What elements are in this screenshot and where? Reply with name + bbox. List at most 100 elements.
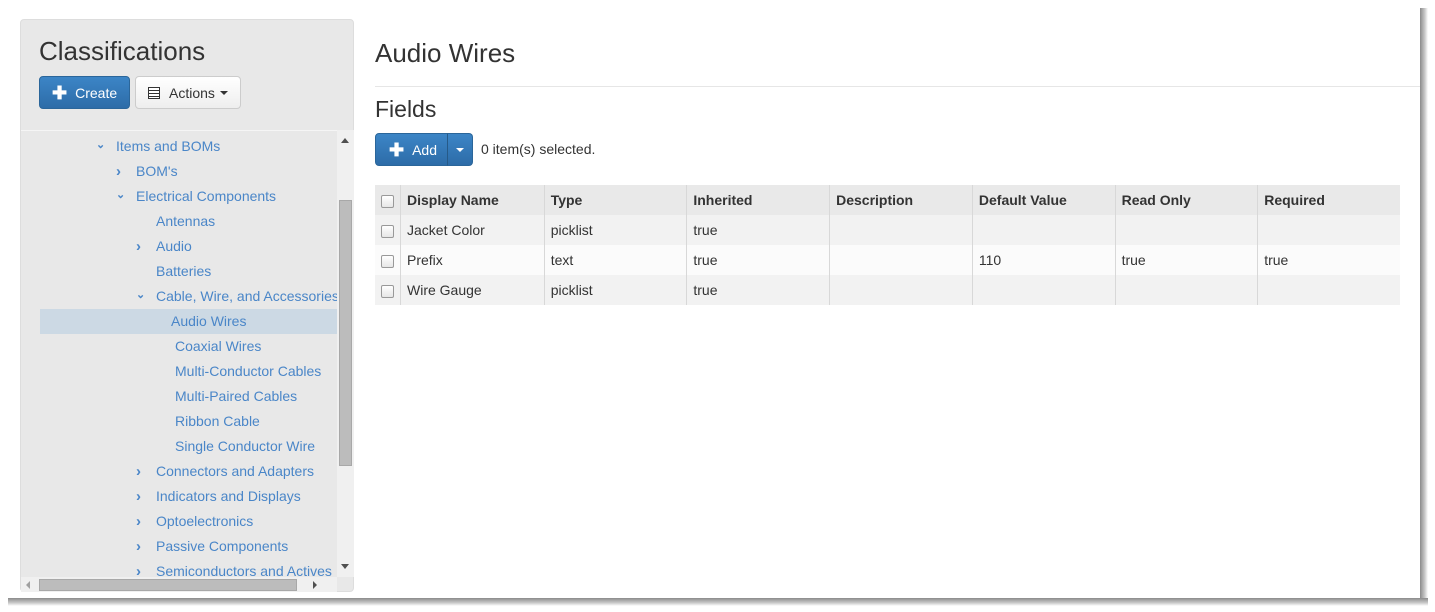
table-cell <box>1257 275 1400 305</box>
table-cell <box>971 215 1116 245</box>
scroll-down-arrow-icon[interactable] <box>341 564 349 569</box>
tree-item[interactable]: Multi-Paired Cables <box>155 384 297 409</box>
create-button-label: Create <box>75 84 118 101</box>
tree-item[interactable]: Coaxial Wires <box>155 334 261 359</box>
tree-horizontal-scrollbar[interactable] <box>21 577 337 592</box>
table-cell: text <box>543 245 687 275</box>
table-cell <box>1114 215 1258 245</box>
column-header[interactable]: Read Only <box>1114 185 1258 215</box>
tree-item-label: Batteries <box>156 263 212 279</box>
tree-item[interactable]: › Indicators and Displays <box>136 484 301 509</box>
tree-item[interactable]: Antennas <box>136 209 215 234</box>
tree-item-label: Ribbon Cable <box>175 413 260 429</box>
table-cell: Jacket Color <box>400 215 545 245</box>
table-cell: Wire Gauge <box>400 275 545 305</box>
window-shadow-right <box>1420 8 1428 604</box>
tree-item[interactable]: Ribbon Cable <box>155 409 260 434</box>
column-header[interactable]: Display Name <box>400 185 545 215</box>
table-cell <box>829 275 973 305</box>
vertical-scroll-thumb[interactable] <box>339 200 352 466</box>
tree-item-label: Antennas <box>156 213 216 229</box>
table-cell: 110 <box>971 245 1116 275</box>
tree-item-label: BOM's <box>136 163 178 179</box>
table-cell <box>829 215 973 245</box>
tree-item-label: Coaxial Wires <box>175 338 262 354</box>
tree-item-label: Passive Components <box>156 538 289 554</box>
tree-item-label: Optoelectronics <box>156 513 254 529</box>
list-icon <box>148 86 160 99</box>
add-field-button[interactable]: ✚ Add <box>375 133 448 166</box>
add-options-dropdown-toggle[interactable] <box>447 133 473 166</box>
tree-item-label: Items and BOMs <box>116 138 221 154</box>
table-cell: picklist <box>543 275 687 305</box>
table-row[interactable]: Wire Gauge picklist true <box>375 275 1400 305</box>
table-row[interactable]: Jacket Color picklist true <box>375 215 1400 245</box>
column-header[interactable]: Type <box>543 185 687 215</box>
chevron-right-icon[interactable]: › <box>136 559 150 578</box>
tree-item-label: Semiconductors and Actives <box>156 563 332 578</box>
chevron-right-icon[interactable]: › <box>136 509 150 534</box>
chevron-down-icon[interactable]: ⌄ <box>136 283 150 308</box>
horizontal-scroll-thumb[interactable] <box>39 579 297 591</box>
chevron-right-icon[interactable]: › <box>116 159 130 184</box>
row-checkbox[interactable] <box>381 284 394 298</box>
table-cell <box>1114 275 1258 305</box>
chevron-right-icon[interactable]: › <box>136 484 150 509</box>
tree-item-label: Cable, Wire, and Accessories <box>156 288 337 304</box>
actions-dropdown-button[interactable]: Actions <box>135 76 241 109</box>
tree-item-label: Audio Wires <box>171 313 247 329</box>
tree-item[interactable]: › Optoelectronics <box>136 509 253 534</box>
select-all-checkbox[interactable] <box>381 194 394 208</box>
classifications-sidebar: Classifications ✚ Create Actions ⌄ Items … <box>20 19 354 592</box>
chevron-right-icon[interactable]: › <box>136 234 150 259</box>
table-cell <box>971 275 1116 305</box>
tree-item[interactable]: › Semiconductors and Actives <box>136 559 332 578</box>
tree-item[interactable]: › Connectors and Adapters <box>136 459 314 484</box>
actions-button-label: Actions <box>169 84 215 101</box>
column-header[interactable]: Default Value <box>971 185 1116 215</box>
tree-item[interactable]: Multi-Conductor Cables <box>155 359 321 384</box>
page-title: Audio Wires <box>375 38 516 68</box>
row-select-cell <box>375 275 401 305</box>
tree-item-label: Single Conductor Wire <box>175 438 316 454</box>
tree-item[interactable]: Batteries <box>136 259 211 284</box>
table-cell: true <box>686 215 830 245</box>
tree-item[interactable]: › Passive Components <box>136 534 288 559</box>
plus-icon: ✚ <box>389 139 405 160</box>
tree-item-label: Multi-Paired Cables <box>175 388 298 404</box>
create-button[interactable]: ✚ Create <box>39 76 130 109</box>
table-cell: true <box>686 245 830 275</box>
row-checkbox[interactable] <box>381 254 394 268</box>
row-checkbox[interactable] <box>381 224 394 238</box>
tree-item[interactable]: Single Conductor Wire <box>155 434 315 459</box>
column-header[interactable]: Description <box>829 185 973 215</box>
chevron-right-icon[interactable]: › <box>136 459 150 484</box>
classification-tree: ⌄ Items and BOMs › BOM's ⌄ Electrical Compone… <box>21 130 337 578</box>
table-header-row: Display Name Type Inherited Description Defa… <box>375 185 1400 215</box>
chevron-down-icon[interactable]: ⌄ <box>96 133 110 158</box>
tree-item[interactable]: ⌄ Electrical Components <box>116 184 276 209</box>
tree-item-label: Multi-Conductor Cables <box>175 363 322 379</box>
select-all-cell <box>375 185 401 215</box>
tree-item[interactable]: Audio Wires <box>40 309 337 334</box>
tree-vertical-scrollbar[interactable] <box>337 130 354 577</box>
column-header[interactable]: Inherited <box>686 185 830 215</box>
tree-item[interactable]: › BOM's <box>116 159 178 184</box>
column-header[interactable]: Required <box>1257 185 1400 215</box>
scroll-right-arrow-icon[interactable] <box>313 581 317 589</box>
chevron-down-icon[interactable]: ⌄ <box>116 183 130 208</box>
row-select-cell <box>375 215 401 245</box>
tree-item[interactable]: › Audio <box>136 234 192 259</box>
tree-item-label: Connectors and Adapters <box>156 463 314 479</box>
table-row[interactable]: Prefix text true 110 true true <box>375 245 1400 275</box>
row-select-cell <box>375 245 401 275</box>
scroll-left-arrow-icon[interactable] <box>26 581 30 589</box>
tree-item[interactable]: ⌄ Items and BOMs <box>96 134 220 159</box>
window-shadow-bottom <box>8 598 1428 606</box>
chevron-right-icon[interactable]: › <box>136 534 150 559</box>
tree-item-label: Electrical Components <box>136 188 277 204</box>
fields-table: Display Name Type Inherited Description Defa… <box>375 185 1400 305</box>
fields-section-title: Fields <box>375 96 437 122</box>
tree-item[interactable]: ⌄ Cable, Wire, and Accessories <box>136 284 337 309</box>
scroll-up-arrow-icon[interactable] <box>341 138 349 143</box>
